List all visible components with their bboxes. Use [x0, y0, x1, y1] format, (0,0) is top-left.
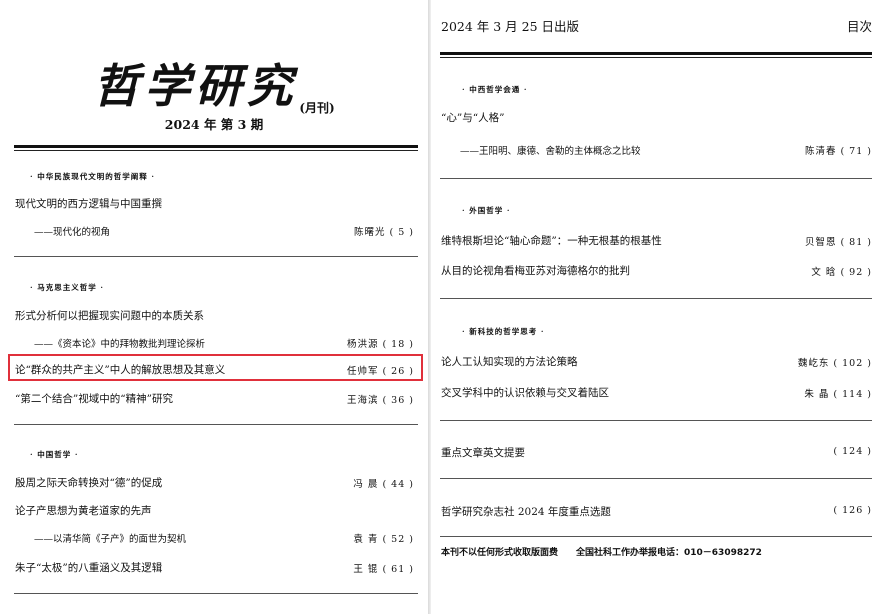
article-title[interactable]: 论子产思想为黄老道家的先声	[15, 503, 152, 518]
header-rule-thick	[440, 52, 872, 55]
header-rule-thin	[440, 57, 872, 58]
article-subtitle: ——以清华简《子产》的面世为契机	[34, 534, 187, 545]
article-author-page: 陈曙光 ( 5 )	[353, 227, 414, 238]
article-author-page: 王海滨 ( 36 )	[346, 395, 414, 406]
section-divider	[14, 593, 418, 594]
article-subtitle: ——现代化的视角	[34, 227, 111, 238]
extra-item-title[interactable]: 哲学研究杂志社 2024 年度重点选题	[441, 504, 611, 519]
article-title[interactable]: 从目的论视角看梅亚苏对海德格尔的批判	[441, 263, 630, 278]
article-title[interactable]: “第二个结合”视域中的“精神”研究	[15, 391, 173, 406]
article-author-page: 任帅军 ( 26 )	[346, 366, 414, 377]
article-author-page: 王 锟 ( 61 )	[353, 564, 414, 575]
footer-note: 本刊不以任何形式收取版面费 全国社科工作办举报电话：010－63098272	[441, 548, 762, 558]
article-title[interactable]: 论人工认知实现的方法论策略	[441, 354, 578, 369]
journal-title: 哲学研究	[93, 59, 298, 113]
article-author-page: 魏屹东 ( 102 )	[797, 358, 872, 369]
toc-label: 目次	[846, 19, 872, 34]
article-author-page: 袁 青 ( 52 )	[353, 534, 414, 545]
article-title[interactable]: 维特根斯坦论“轴心命题”：一种无根基的根基性	[441, 233, 662, 248]
journal-subtitle: (月刊)	[299, 101, 335, 115]
publish-date: 2024 年 3 月 25 日出版	[441, 19, 580, 34]
section-divider	[440, 478, 872, 479]
article-author-page: 朱 晶 ( 114 )	[804, 389, 872, 400]
section-heading: · 马克思主义哲学 ·	[30, 283, 104, 292]
left-page: 哲学研究 (月刊) 2024 年 第 3 期	[0, 0, 428, 614]
article-title[interactable]: “心”与“人格”	[441, 110, 504, 125]
article-author-page: 贝智恩 ( 81 )	[804, 237, 872, 248]
section-heading: · 中国哲学 ·	[30, 450, 79, 459]
section-heading: · 新科技的哲学思考 ·	[462, 327, 545, 336]
header-rule-thick	[14, 145, 418, 148]
masthead: 哲学研究 (月刊)	[0, 50, 428, 116]
article-author-page: 陈清春 ( 71 )	[804, 146, 872, 157]
article-author-page: 杨洪源 ( 18 )	[346, 339, 414, 350]
section-divider	[14, 256, 418, 257]
header-rule-thin	[14, 150, 418, 151]
article-title[interactable]: 朱子“太极”的八重涵义及其逻辑	[15, 560, 162, 575]
article-title[interactable]: 形式分析何以把握现实问题中的本质关系	[15, 308, 204, 323]
section-heading: · 中西哲学会通 ·	[462, 85, 528, 94]
footer-divider	[440, 536, 872, 537]
section-heading: · 外国哲学 ·	[462, 206, 511, 215]
extra-item-page: ( 124 )	[833, 446, 872, 457]
section-divider	[440, 420, 872, 421]
article-title[interactable]: 殷周之际天命转换对“德”的促成	[15, 475, 162, 490]
section-heading: · 中华民族现代文明的哲学阐释 ·	[30, 172, 155, 181]
article-author-page: 文 晗 ( 92 )	[811, 267, 872, 278]
issue-line: 2024 年 第 3 期	[164, 117, 264, 132]
article-subtitle: ——《资本论》中的拜物教批判理论探析	[34, 339, 206, 350]
extra-item-title[interactable]: 重点文章英文提要	[441, 445, 525, 460]
extra-item-page: ( 126 )	[833, 505, 872, 516]
section-divider	[14, 424, 418, 425]
journal-spread: 哲学研究 (月刊) 2024 年 第 3 期 · 中华民族现代文明的哲学阐释 · …	[0, 0, 894, 614]
article-title[interactable]: 交叉学科中的认识依赖与交叉着陆区	[441, 385, 609, 400]
article-author-page: 冯 晨 ( 44 )	[353, 479, 414, 490]
article-subtitle: ——王阳明、康德、舍勒的主体概念之比较	[460, 146, 641, 157]
section-divider	[440, 298, 872, 299]
article-title-highlighted[interactable]: 论“群众的共产主义”中人的解放思想及其意义	[15, 362, 225, 377]
article-title[interactable]: 现代文明的西方逻辑与中国重撰	[15, 196, 162, 211]
section-divider	[440, 178, 872, 179]
